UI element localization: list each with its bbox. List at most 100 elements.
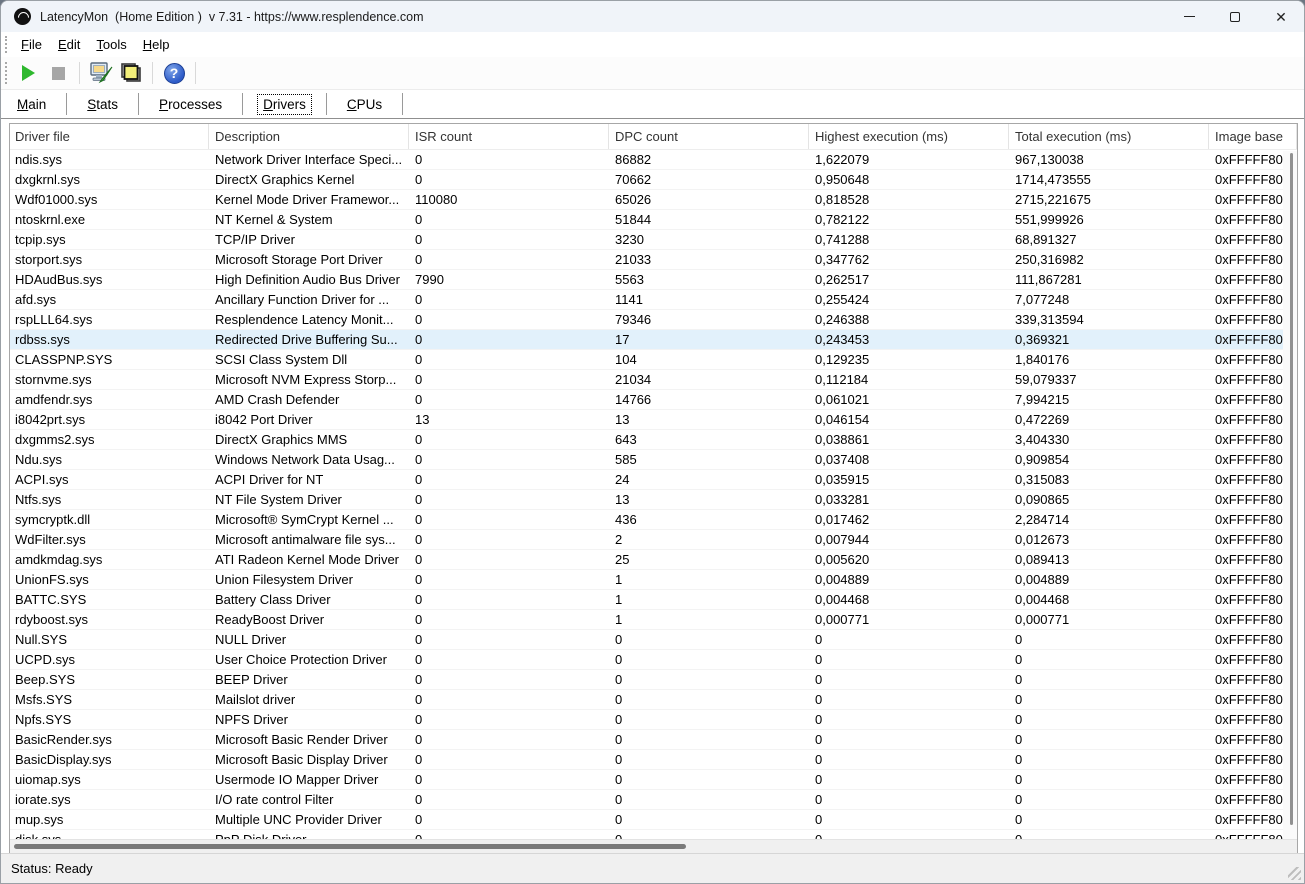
start-monitor-button[interactable] [13, 59, 43, 87]
cell: ACPI.sys [10, 470, 209, 489]
table-row-amdkmdag.sys[interactable]: amdkmdag.sysATI Radeon Kernel Mode Drive… [10, 550, 1283, 570]
cell: 0,112184 [809, 370, 1009, 389]
table-row-amdfendr.sys[interactable]: amdfendr.sysAMD Crash Defender0147660,06… [10, 390, 1283, 410]
tab-cpus[interactable]: CPUs [327, 93, 403, 115]
table-row-basicrender.sys[interactable]: BasicRender.sysMicrosoft Basic Render Dr… [10, 730, 1283, 750]
cell: 339,313594 [1009, 310, 1209, 329]
tab-stats[interactable]: Stats [67, 93, 139, 115]
stop-monitor-button[interactable] [43, 59, 73, 87]
cell: dxgkrnl.sys [10, 170, 209, 189]
cell: 0xFFFFF80 [1209, 710, 1283, 729]
table-row-rdyboost.sys[interactable]: rdyboost.sysReadyBoost Driver010,0007710… [10, 610, 1283, 630]
table-row-dxgmms2.sys[interactable]: dxgmms2.sysDirectX Graphics MMS06430,038… [10, 430, 1283, 450]
column-header-isr-count[interactable]: ISR count [409, 124, 609, 149]
table-row-stornvme.sys[interactable]: stornvme.sysMicrosoft NVM Express Storp.… [10, 370, 1283, 390]
table-row-ndu.sys[interactable]: Ndu.sysWindows Network Data Usag...05850… [10, 450, 1283, 470]
horizontal-scrollbar-thumb[interactable] [14, 844, 686, 849]
vertical-scrollbar[interactable] [1283, 151, 1297, 839]
table-row-rsplll64.sys[interactable]: rspLLL64.sysResplendence Latency Monit..… [10, 310, 1283, 330]
close-button[interactable]: ✕ [1258, 1, 1304, 32]
drivers-table: Driver fileDescriptionISR countDPC count… [9, 123, 1298, 854]
cell: Microsoft® SymCrypt Kernel ... [209, 510, 409, 529]
vertical-scrollbar-thumb[interactable] [1290, 153, 1293, 825]
table-row-dxgkrnl.sys[interactable]: dxgkrnl.sysDirectX Graphics Kernel070662… [10, 170, 1283, 190]
menu-item-edit[interactable]: Edit [50, 34, 88, 55]
menu-item-file[interactable]: File [13, 34, 50, 55]
cell: NPFS Driver [209, 710, 409, 729]
table-row-ntfs.sys[interactable]: Ntfs.sysNT File System Driver0130,033281… [10, 490, 1283, 510]
table-row-rdbss.sys[interactable]: rdbss.sysRedirected Drive Buffering Su..… [10, 330, 1283, 350]
table-row-battc.sys[interactable]: BATTC.SYSBattery Class Driver010,0044680… [10, 590, 1283, 610]
menu-item-tools[interactable]: Tools [88, 34, 134, 55]
table-body: ndis.sysNetwork Driver Interface Speci..… [10, 150, 1283, 841]
table-row-tcpip.sys[interactable]: tcpip.sysTCP/IP Driver032300,74128868,89… [10, 230, 1283, 250]
cell: CLASSPNP.SYS [10, 350, 209, 369]
cell: 0 [1009, 690, 1209, 709]
table-row-null.sys[interactable]: Null.SYSNULL Driver00000xFFFFF80 [10, 630, 1283, 650]
cell: 0 [409, 370, 609, 389]
table-row-basicdisplay.sys[interactable]: BasicDisplay.sysMicrosoft Basic Display … [10, 750, 1283, 770]
cell: 51844 [609, 210, 809, 229]
cell: 551,999926 [1009, 210, 1209, 229]
table-row-hdaudbus.sys[interactable]: HDAudBus.sysHigh Definition Audio Bus Dr… [10, 270, 1283, 290]
tab-drivers[interactable]: Drivers [243, 93, 327, 115]
cell: iorate.sys [10, 790, 209, 809]
cell: 0,033281 [809, 490, 1009, 509]
tab-processes[interactable]: Processes [139, 93, 243, 115]
table-row-beep.sys[interactable]: Beep.SYSBEEP Driver00000xFFFFF80 [10, 670, 1283, 690]
cell: 0xFFFFF80 [1209, 610, 1283, 629]
table-row-unionfs.sys[interactable]: UnionFS.sysUnion Filesystem Driver010,00… [10, 570, 1283, 590]
cell: Microsoft NVM Express Storp... [209, 370, 409, 389]
table-row-i8042prt.sys[interactable]: i8042prt.sysi8042 Port Driver13130,04615… [10, 410, 1283, 430]
menubar-gripper[interactable] [5, 36, 8, 54]
cell: Microsoft Storage Port Driver [209, 250, 409, 269]
table-row-ucpd.sys[interactable]: UCPD.sysUser Choice Protection Driver000… [10, 650, 1283, 670]
cell: Union Filesystem Driver [209, 570, 409, 589]
table-row-msfs.sys[interactable]: Msfs.SYSMailslot driver00000xFFFFF80 [10, 690, 1283, 710]
table-row-ntoskrnl.exe[interactable]: ntoskrnl.exeNT Kernel & System0518440,78… [10, 210, 1283, 230]
table-row-mup.sys[interactable]: mup.sysMultiple UNC Provider Driver00000… [10, 810, 1283, 830]
help-button[interactable]: ? [159, 59, 189, 87]
maximize-button[interactable] [1212, 1, 1258, 32]
cell: 0xFFFFF80 [1209, 430, 1283, 449]
tab-main[interactable]: Main [1, 93, 67, 115]
cell: 5563 [609, 270, 809, 289]
horizontal-scrollbar[interactable] [10, 839, 1297, 853]
cell: 0 [409, 630, 609, 649]
table-row-iorate.sys[interactable]: iorate.sysI/O rate control Filter00000xF… [10, 790, 1283, 810]
column-header-driver-file[interactable]: Driver file [10, 124, 209, 149]
table-row-afd.sys[interactable]: afd.sysAncillary Function Driver for ...… [10, 290, 1283, 310]
cell: 0 [809, 810, 1009, 829]
cell: Multiple UNC Provider Driver [209, 810, 409, 829]
column-header-total-execution-ms[interactable]: Total execution (ms) [1009, 124, 1209, 149]
table-row-storport.sys[interactable]: storport.sysMicrosoft Storage Port Drive… [10, 250, 1283, 270]
table-row-symcryptk.dll[interactable]: symcryptk.dllMicrosoft® SymCrypt Kernel … [10, 510, 1283, 530]
menu-item-help[interactable]: Help [135, 34, 178, 55]
cell: 0xFFFFF80 [1209, 470, 1283, 489]
cell: ReadyBoost Driver [209, 610, 409, 629]
minimize-button[interactable] [1166, 1, 1212, 32]
table-row-ndis.sys[interactable]: ndis.sysNetwork Driver Interface Speci..… [10, 150, 1283, 170]
column-header-description[interactable]: Description [209, 124, 409, 149]
report-pages-button[interactable] [116, 59, 146, 87]
column-header-highest-execution-ms[interactable]: Highest execution (ms) [809, 124, 1009, 149]
table-row-wdfilter.sys[interactable]: WdFilter.sysMicrosoft antimalware file s… [10, 530, 1283, 550]
table-row-acpi.sys[interactable]: ACPI.sysACPI Driver for NT0240,0359150,3… [10, 470, 1283, 490]
table-row-classpnp.sys[interactable]: CLASSPNP.SYSSCSI Class System Dll01040,1… [10, 350, 1283, 370]
analyze-system-button[interactable] [86, 59, 116, 87]
column-header-dpc-count[interactable]: DPC count [609, 124, 809, 149]
table-row-wdf01000.sys[interactable]: Wdf01000.sysKernel Mode Driver Framewor.… [10, 190, 1283, 210]
cell: 0,089413 [1009, 550, 1209, 569]
cell: 0 [609, 670, 809, 689]
table-row-npfs.sys[interactable]: Npfs.SYSNPFS Driver00000xFFFFF80 [10, 710, 1283, 730]
column-header-image-base[interactable]: Image base [1209, 124, 1297, 149]
toolbar-gripper[interactable] [5, 62, 8, 84]
cell: 0,005620 [809, 550, 1009, 569]
table-row-uiomap.sys[interactable]: uiomap.sysUsermode IO Mapper Driver00000… [10, 770, 1283, 790]
resize-grip-icon[interactable] [1288, 867, 1301, 880]
cell: Mailslot driver [209, 690, 409, 709]
cell: Ancillary Function Driver for ... [209, 290, 409, 309]
cell: 0xFFFFF80 [1209, 410, 1283, 429]
cell: 0,017462 [809, 510, 1009, 529]
cell: 0 [609, 790, 809, 809]
